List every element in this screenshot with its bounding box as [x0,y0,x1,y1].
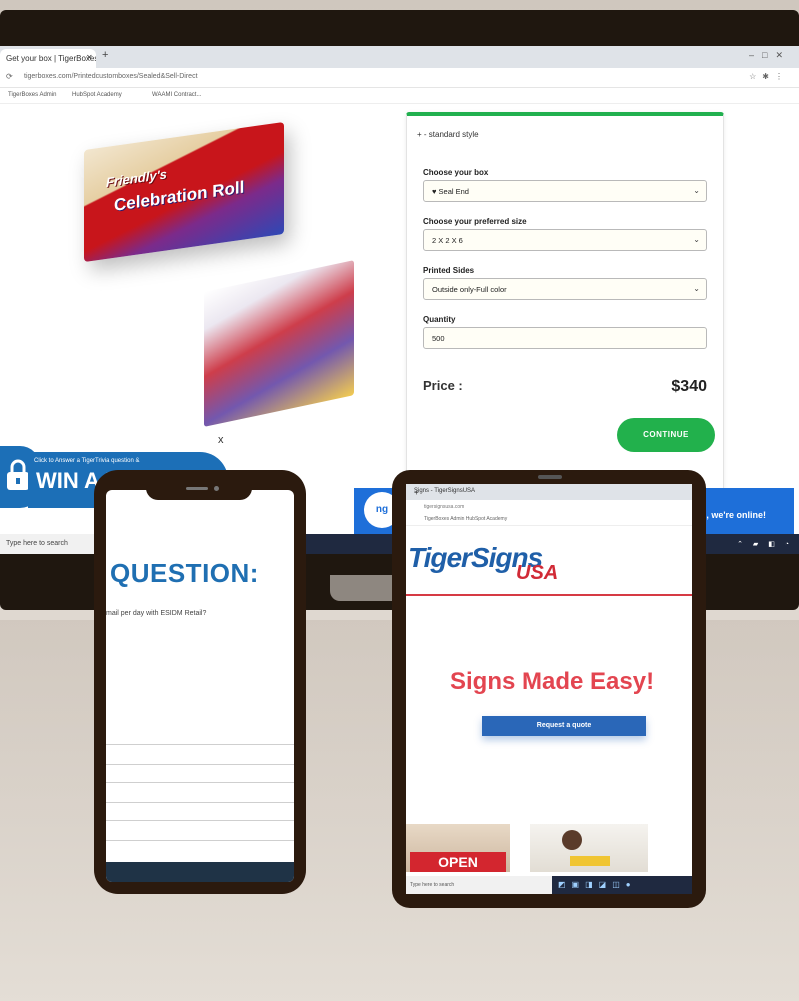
box-config-form: + - standard style Choose your box ♥ Sea… [406,112,724,500]
answer-divider [106,820,294,821]
yellow-sign [570,856,610,866]
product-image: Friendly's Celebration Roll [84,121,354,427]
answer-divider [106,782,294,783]
answer-divider [106,802,294,803]
taskbar-app-icons[interactable]: ◩▣◨◪◫● [558,880,637,889]
quantity-input[interactable]: 500 [423,327,707,349]
product-box-front: Friendly's Celebration Roll [84,121,284,263]
smartphone: QUESTION: mail per day with ESIDM Retail… [94,470,306,894]
lock-icon: ⟳ [6,72,13,81]
browser-tab[interactable]: Get your box | TigerBoxes ✕ [0,49,96,68]
bookmark-item[interactable]: HubSpot Academy [72,92,122,98]
chevron-down-icon: ⌄ [693,186,700,195]
banner-small-text: Click to Answer a TigerTrivia question & [34,458,140,464]
price-label: Price : [423,378,463,393]
question-heading: QUESTION: [110,558,259,588]
size-select[interactable]: 2 X 2 X 6 ⌄ [423,229,707,251]
sides-select[interactable]: Outside only-Full color ⌄ [423,278,707,300]
phone-notch [146,478,252,500]
header-divider [406,594,692,596]
tablet-taskbar-search[interactable]: Type here to search [406,876,552,894]
answer-divider [106,840,294,841]
tablet-taskbar: Type here to search ◩▣◨◪◫● [406,876,692,894]
browser-tab-bar: Get your box | TigerBoxes ✕ + –□✕ [0,46,799,68]
phone-bottom-bar [106,862,294,882]
address-bar[interactable]: ⟳ tigerboxes.com/Printedcustomboxes/Seal… [0,68,799,88]
window-controls[interactable]: –□✕ [749,50,791,61]
tablet-address-bar[interactable]: tigersignsusa.com [406,500,692,514]
tab-title: Get your box | TigerBoxes [6,54,96,63]
phone-screen: QUESTION: mail per day with ESIDM Retail… [106,490,294,882]
new-tab-icon[interactable]: + [102,49,108,61]
person-figure [562,830,582,850]
size-select-value: 2 X 2 X 6 [432,236,463,245]
sides-label: Printed Sides [423,266,475,275]
bookmark-item[interactable]: WAAMI Contract... [152,92,201,98]
extension-icons[interactable]: ☆✱⋮ [749,72,789,81]
sides-select-value: Outside only-Full color [432,285,507,294]
chevron-down-icon: ⌄ [693,235,700,244]
product-box-open [204,260,354,427]
hero-headline: Signs Made Easy! [450,668,655,695]
box-select[interactable]: ♥ Seal End ⌄ [423,180,707,202]
close-popup-icon[interactable]: x [218,434,224,446]
question-text: mail per day with ESIDM Retail? [106,610,207,617]
bookmarks-bar: TigerBoxes Admin HubSpot Academy WAAMI C… [0,88,799,104]
close-tab-icon[interactable]: ✕ [86,53,93,62]
box-brand-text: Friendly's [106,166,167,190]
tablet-camera [538,475,562,479]
tablet-bookmarks: TigerBoxes Admin HubSpot Academy [406,514,692,526]
usa-logo-text: USA [516,562,559,584]
url-text: tigerboxes.com/Printedcustomboxes/Sealed… [24,73,198,80]
size-label: Choose your preferred size [423,217,527,226]
answer-divider [106,764,294,765]
open-sign: OPEN [410,852,506,872]
continue-button[interactable]: CONTINUE [617,418,715,452]
tablet-tab-bar: Signs - TigerSignsUSA + [406,484,692,500]
answer-divider [106,744,294,745]
tablet-screen: Signs - TigerSignsUSA + tigersignsusa.co… [406,484,692,894]
bookmark-item[interactable]: TigerBoxes Admin [8,92,56,98]
box-label: Choose your box [423,168,489,177]
chat-message: u, we're online! [700,510,766,520]
tablet: Signs - TigerSignsUSA + tigersignsusa.co… [392,470,706,908]
style-option[interactable]: + - standard style [417,130,479,139]
chevron-down-icon: ⌄ [693,284,700,293]
box-select-value: ♥ Seal End [432,187,469,196]
system-tray-icons[interactable]: ⌃ ▰ ◧ ◔ [737,540,793,548]
new-tab-icon[interactable]: + [414,488,419,497]
quantity-value: 500 [432,334,445,343]
price-value: $340 [671,378,707,395]
quantity-label: Quantity [423,315,456,324]
request-quote-button[interactable]: Request a quote [482,716,646,736]
tablet-tab-title[interactable]: Signs - TigerSignsUSA [414,488,475,494]
